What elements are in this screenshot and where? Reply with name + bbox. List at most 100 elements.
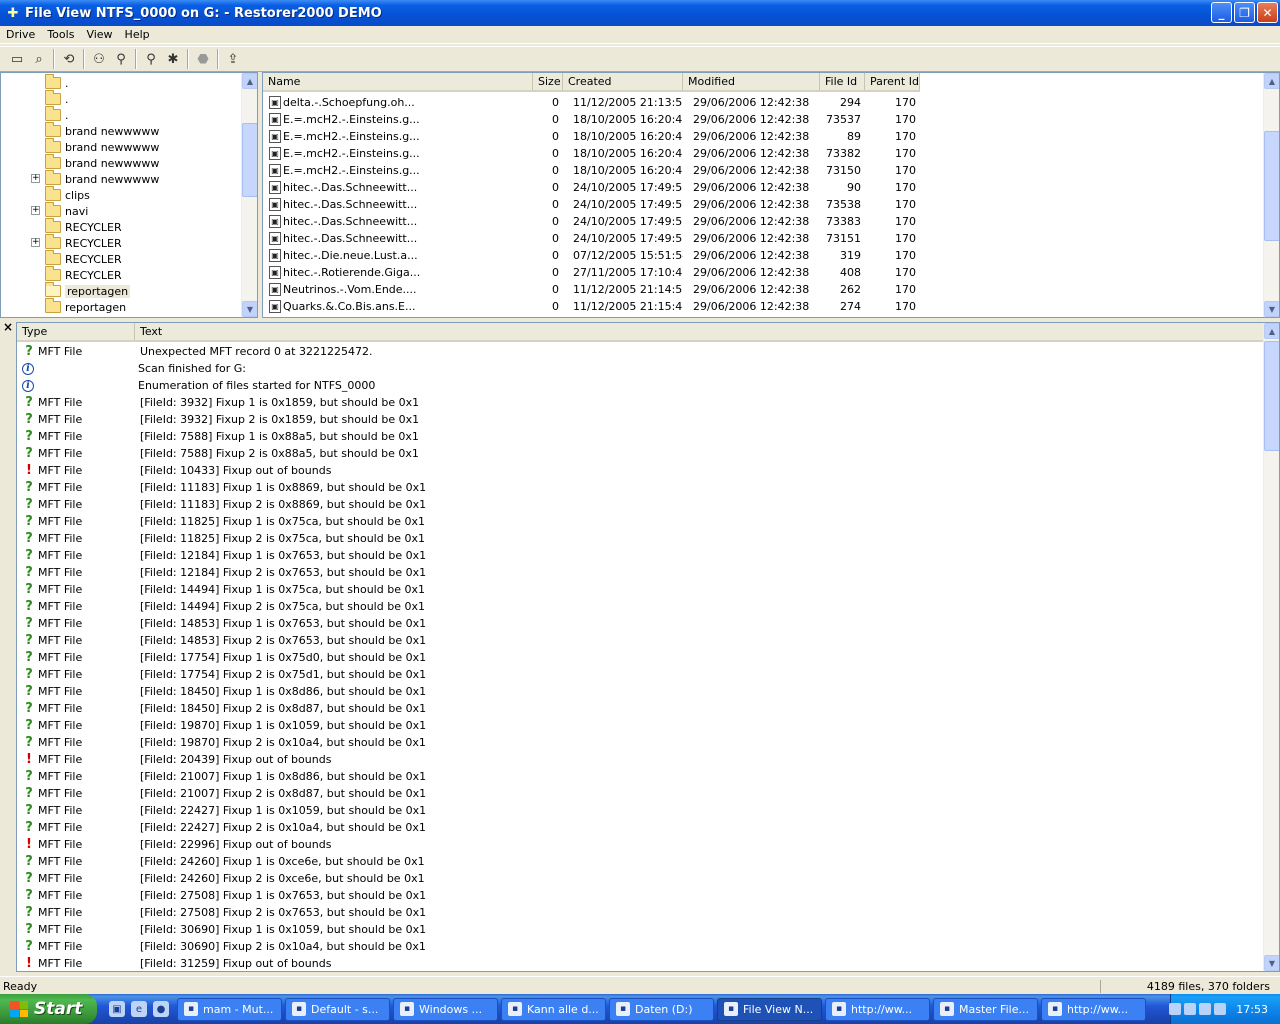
- log-row[interactable]: ? MFT File [FileId: 12184] Fixup 1 is 0x76…: [17, 547, 426, 564]
- log-row[interactable]: ? MFT File [FileId: 18450] Fixup 2 is 0x8d…: [17, 700, 426, 717]
- file-row[interactable]: ▣ hitec.-.Die.neue.Lust.a... 0 07/12/2005 1…: [263, 247, 920, 264]
- taskbar-button[interactable]: ▪ Master File...: [933, 997, 1038, 1021]
- column-header-type[interactable]: Type: [17, 323, 135, 340]
- log-row[interactable]: i Scan finished for G:: [17, 360, 246, 377]
- folder-tree[interactable]: ... brand newwwww brand newwwww brand newww…: [0, 72, 258, 318]
- menu-tools[interactable]: Tools: [41, 28, 80, 41]
- internet-explorer-icon[interactable]: e: [131, 1001, 147, 1017]
- scroll-down-arrow-icon[interactable]: ▼: [1264, 301, 1279, 317]
- scroll-thumb[interactable]: [1264, 131, 1279, 241]
- tree-item[interactable]: .: [45, 106, 69, 123]
- log-row[interactable]: ? MFT File [FileId: 14853] Fixup 2 is 0x76…: [17, 632, 426, 649]
- scan-icon[interactable]: ⌕: [28, 48, 50, 70]
- scroll-thumb[interactable]: [242, 123, 257, 197]
- log-row[interactable]: ? MFT File [FileId: 7588] Fixup 2 is 0x88a…: [17, 445, 419, 462]
- tree-item[interactable]: + RECYCLER: [31, 234, 122, 251]
- update-icon[interactable]: [1214, 1003, 1227, 1015]
- log-row[interactable]: ? MFT File [FileId: 11183] Fixup 2 is 0x88…: [17, 496, 426, 513]
- log-row[interactable]: ? MFT File [FileId: 24260] Fixup 2 is 0xce…: [17, 870, 424, 887]
- file-list-scrollbar[interactable]: ▲ ▼: [1263, 73, 1279, 317]
- log-row[interactable]: ? MFT File [FileId: 17754] Fixup 1 is 0x75…: [17, 649, 426, 666]
- tree-item[interactable]: + navi: [31, 202, 88, 219]
- taskbar-button[interactable]: ▪ Kann alle d...: [501, 997, 606, 1021]
- network-icon[interactable]: [1169, 1003, 1182, 1015]
- recover-icon[interactable]: ⟲: [58, 48, 80, 70]
- log-row[interactable]: ? MFT File [FileId: 3932] Fixup 1 is 0x185…: [17, 394, 419, 411]
- maximize-button[interactable]: ❐: [1234, 2, 1255, 23]
- log-list[interactable]: Type Text ? MFT File Unexpected MFT record…: [16, 322, 1280, 972]
- file-row[interactable]: ▣ hitec.-.Das.Schneewitt... 0 24/10/2005 17…: [263, 179, 920, 196]
- close-log-icon[interactable]: ×: [3, 320, 13, 334]
- log-row[interactable]: ? MFT File [FileId: 22427] Fixup 1 is 0x10…: [17, 802, 426, 819]
- file-row[interactable]: ▣ hitec.-.Das.Schneewitt... 0 24/10/2005 17…: [263, 213, 920, 230]
- log-row[interactable]: ? MFT File [FileId: 7588] Fixup 1 is 0x88a…: [17, 428, 419, 445]
- log-row[interactable]: ! MFT File [FileId: 22996] Fixup out of bo…: [17, 836, 331, 853]
- log-scrollbar[interactable]: ▲ ▼: [1263, 323, 1279, 971]
- taskbar-button[interactable]: ▪ Daten (D:): [609, 997, 714, 1021]
- file-list[interactable]: Name Size Created Modified File Id Paren…: [262, 72, 1280, 318]
- column-header-created[interactable]: Created: [563, 73, 683, 90]
- log-row[interactable]: ? MFT File [FileId: 14853] Fixup 1 is 0x76…: [17, 615, 426, 632]
- tree-item[interactable]: reportagen: [45, 298, 126, 315]
- log-row[interactable]: ? MFT File [FileId: 11825] Fixup 2 is 0x75…: [17, 530, 425, 547]
- tree-item[interactable]: RECYCLER: [45, 266, 122, 283]
- filter-icon[interactable]: ⚲: [140, 48, 162, 70]
- log-row[interactable]: ? MFT File [FileId: 30690] Fixup 2 is 0x10…: [17, 938, 426, 955]
- column-header-text[interactable]: Text: [135, 323, 1263, 340]
- log-row[interactable]: ? MFT File [FileId: 21007] Fixup 1 is 0x8d…: [17, 768, 426, 785]
- column-header-modified[interactable]: Modified: [683, 73, 820, 90]
- log-row[interactable]: ? MFT File [FileId: 3932] Fixup 2 is 0x185…: [17, 411, 419, 428]
- log-row[interactable]: ? MFT File [FileId: 17754] Fixup 2 is 0x75…: [17, 666, 426, 683]
- log-row[interactable]: ? MFT File [FileId: 24260] Fixup 1 is 0xce…: [17, 853, 424, 870]
- taskbar-button[interactable]: ▪ http://ww...: [1041, 997, 1146, 1021]
- find-icon[interactable]: ⚇: [88, 48, 110, 70]
- column-header-file-id[interactable]: File Id: [820, 73, 865, 90]
- close-button[interactable]: ✕: [1257, 2, 1278, 23]
- log-row[interactable]: ? MFT File [FileId: 19870] Fixup 1 is 0x10…: [17, 717, 426, 734]
- file-row[interactable]: ▣ E.=.mcH2.-.Einsteins.g... 0 18/10/2005 16…: [263, 145, 920, 162]
- scroll-down-arrow-icon[interactable]: ▼: [1264, 955, 1279, 971]
- expand-icon[interactable]: +: [31, 206, 40, 215]
- media-player-icon[interactable]: ●: [153, 1001, 169, 1017]
- scroll-up-arrow-icon[interactable]: ▲: [242, 73, 257, 89]
- file-row[interactable]: ▣ hitec.-.Das.Schneewitt... 0 24/10/2005 17…: [263, 196, 920, 213]
- file-row[interactable]: ▣ E.=.mcH2.-.Einsteins.g... 0 18/10/2005 16…: [263, 111, 920, 128]
- file-row[interactable]: ▣ Quarks.&.Co.Bis.ans.E... 0 11/12/2005 21:…: [263, 298, 920, 315]
- tree-item[interactable]: + brand newwwww: [31, 170, 159, 187]
- log-row[interactable]: ? MFT File [FileId: 14494] Fixup 2 is 0x75…: [17, 598, 425, 615]
- tree-item[interactable]: brand newwwww: [45, 122, 159, 139]
- scroll-up-arrow-icon[interactable]: ▲: [1264, 323, 1279, 339]
- expand-icon[interactable]: +: [31, 174, 40, 183]
- show-desktop-icon[interactable]: ▣: [109, 1001, 125, 1017]
- taskbar-button[interactable]: ▪ mam - Mut...: [177, 997, 282, 1021]
- file-row[interactable]: ▣ hitec.-.Rotierende.Giga... 0 27/11/2005 1…: [263, 264, 920, 281]
- expand-icon[interactable]: +: [31, 238, 40, 247]
- security-icon[interactable]: [1199, 1003, 1212, 1015]
- log-row[interactable]: i Enumeration of files started for NTFS_0…: [17, 377, 375, 394]
- folder-up-icon[interactable]: ⇪: [222, 48, 244, 70]
- log-row[interactable]: ? MFT File [FileId: 27508] Fixup 2 is 0x76…: [17, 904, 426, 921]
- tree-scrollbar[interactable]: ▲ ▼: [241, 73, 257, 317]
- tree-item[interactable]: reportagen: [45, 282, 131, 299]
- title-bar[interactable]: ✚ File View NTFS_0000 on G: - Restorer20…: [0, 0, 1280, 26]
- log-row[interactable]: ? MFT File Unexpected MFT record 0 at 3221…: [17, 343, 372, 360]
- find-next-icon[interactable]: ⚲: [110, 48, 132, 70]
- log-row[interactable]: ? MFT File [FileId: 27508] Fixup 1 is 0x76…: [17, 887, 426, 904]
- tree-item[interactable]: RECYCLER: [45, 218, 122, 235]
- scroll-down-arrow-icon[interactable]: ▼: [242, 301, 257, 317]
- file-row[interactable]: ▣ hitec.-.Das.Schneewitt... 0 24/10/2005 17…: [263, 230, 920, 247]
- taskbar-button[interactable]: ▪ File View N...: [717, 997, 822, 1021]
- log-row[interactable]: ! MFT File [FileId: 10433] Fixup out of bo…: [17, 462, 331, 479]
- log-row[interactable]: ? MFT File [FileId: 30690] Fixup 1 is 0x10…: [17, 921, 426, 938]
- menu-help[interactable]: Help: [119, 28, 156, 41]
- file-row[interactable]: ▣ Neutrinos.-.Vom.Ende.... 0 11/12/2005 21:…: [263, 281, 920, 298]
- menu-drive[interactable]: Drive: [0, 28, 41, 41]
- menu-view[interactable]: View: [80, 28, 118, 41]
- log-row[interactable]: ? MFT File [FileId: 19870] Fixup 2 is 0x10…: [17, 734, 426, 751]
- minimize-button[interactable]: _: [1211, 2, 1232, 23]
- tree-item[interactable]: RECYCLER: [45, 250, 122, 267]
- log-row[interactable]: ? MFT File [FileId: 11183] Fixup 1 is 0x88…: [17, 479, 426, 496]
- column-header-size[interactable]: Size: [533, 73, 563, 90]
- mask-icon[interactable]: ✱: [162, 48, 184, 70]
- log-row[interactable]: ! MFT File [FileId: 31259] Fixup out of bo…: [17, 955, 331, 971]
